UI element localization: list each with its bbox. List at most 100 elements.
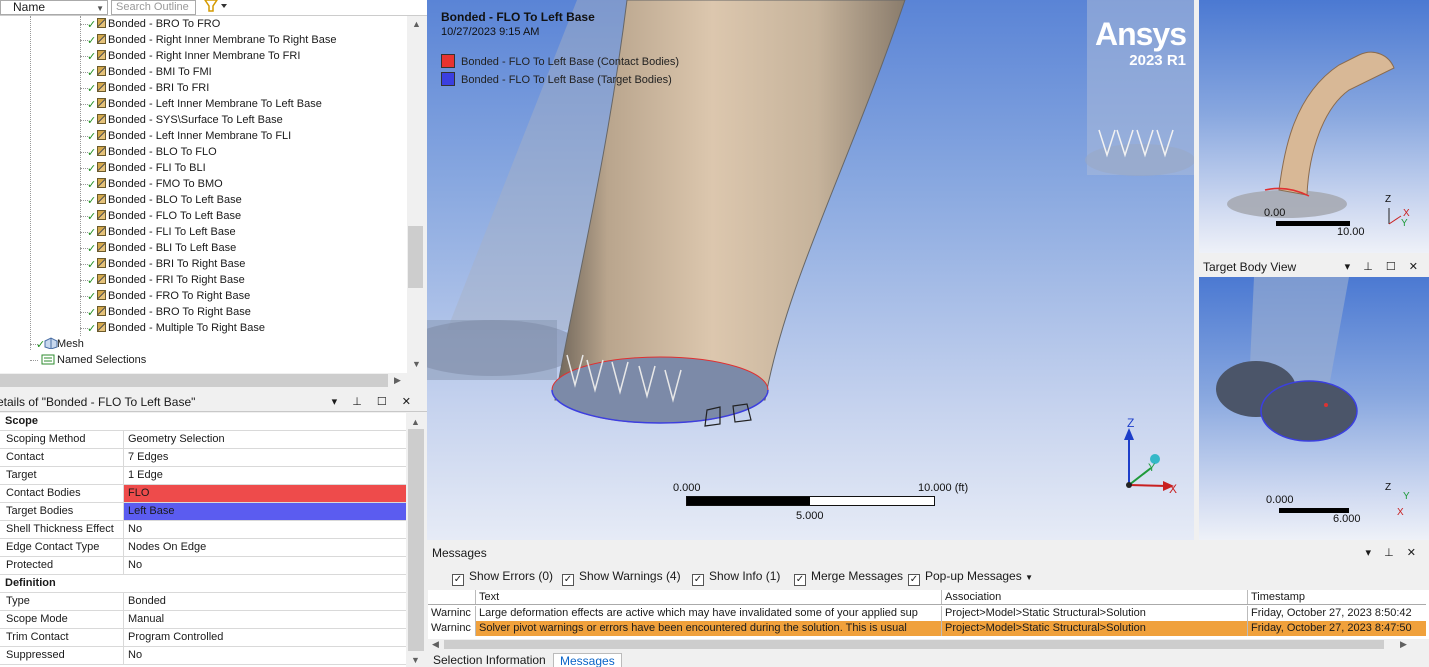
filter-merge-messages[interactable]: ✓ Merge Messages [794,567,903,586]
checkbox-icon: ✓ [794,574,806,586]
tree-item-contact[interactable]: ✓ Bonded - Left Inner Membrane To Left Ba… [87,96,322,112]
details-value[interactable]: 1 Edge [123,467,406,484]
scroll-thumb[interactable] [408,226,423,288]
tree-item-contact[interactable]: ✓ Bonded - SYS\Surface To Left Base [87,112,283,128]
col-timestamp[interactable]: Timestamp [1248,590,1426,604]
details-vertical-scrollbar[interactable]: ▲ ▼ [406,413,427,667]
tree-item-contact[interactable]: ✓ Bonded - FRO To Right Base [87,288,250,304]
target-body-view[interactable]: 0.000 6.000 Z Y X [1199,277,1429,540]
tab-selection-information[interactable]: Selection Information [427,653,552,667]
tree-item-named-selections[interactable]: Named Selections [38,352,146,368]
legend-target-label: Bonded - FLO To Left Base (Target Bodies… [461,74,672,86]
details-section-header[interactable]: Scope [0,413,406,431]
contact-region-icon: ✓ [87,289,106,303]
message-row[interactable]: Warninc Large deformation effects are ac… [428,606,1426,621]
details-row[interactable]: Protected No [0,557,406,575]
name-column-dropdown[interactable]: Name ▼ [0,0,108,15]
scroll-down-icon[interactable]: ▼ [411,655,420,665]
details-key: Suppressed [6,649,65,661]
axis-x-label: X [1169,482,1178,496]
panel-controls[interactable]: ▾ ⊥ ✕ [1366,543,1421,563]
scroll-down-icon[interactable]: ▼ [412,359,421,369]
details-value[interactable]: Program Controlled [123,629,406,646]
tree-item-contact[interactable]: ✓ Bonded - BLO To FLO [87,144,217,160]
details-value[interactable]: Left Base [123,503,406,520]
details-value[interactable]: No [123,557,406,574]
tree-item-contact[interactable]: ✓ Bonded - FLI To BLI [87,160,206,176]
tree-item-contact[interactable]: ✓ Bonded - Left Inner Membrane To FLI [87,128,291,144]
tree-item-contact[interactable]: ✓ Bonded - Right Inner Membrane To FRI [87,48,300,64]
tree-item-contact[interactable]: ✓ Bonded - Right Inner Membrane To Right … [87,32,336,48]
panel-controls[interactable]: ▾ ⊥ ☐ ✕ [332,394,417,411]
details-row[interactable]: Target 1 Edge [0,467,406,485]
message-row-selected[interactable]: Warninc Solver pivot warnings or errors … [428,621,1426,636]
tree-vertical-scrollbar[interactable]: ▲ ▼ [407,16,427,373]
close-icon: ✕ [401,396,417,408]
tree-item-contact[interactable]: ✓ Bonded - BRI To Right Base [87,256,245,272]
details-section-header[interactable]: Definition [0,575,406,593]
outline-tree: ✓ Bonded - BRO To FRO ✓ Bonded - Right Inne… [0,16,407,373]
scroll-up-icon[interactable]: ▲ [411,417,420,427]
details-key: Edge Contact Type [6,541,100,553]
pin-icon: ⊥ [1384,547,1399,559]
details-row[interactable]: Type Bonded [0,593,406,611]
details-row[interactable]: Shell Thickness Effect No [0,521,406,539]
details-value[interactable]: Manual [123,611,406,628]
tree-item-contact[interactable]: ✓ Bonded - BRI To FRI [87,80,209,96]
details-value[interactable]: FLO [123,485,406,502]
tree-item-contact[interactable]: ✓ Bonded - BMI To FMI [87,64,212,80]
scroll-right-icon: ▶ [1400,639,1407,649]
details-value[interactable]: 7 Edges [123,449,406,466]
details-value[interactable]: No [123,647,406,664]
graphics-viewport[interactable]: Bonded - FLO To Left Base 10/27/2023 9:1… [427,0,1194,540]
ansys-logo: Ansys 2023 R1 [1095,16,1187,70]
tree-item-label: Bonded - BRO To FRO [108,18,221,30]
details-row[interactable]: Contact 7 Edges [0,449,406,467]
scroll-thumb[interactable] [408,429,424,651]
tree-horizontal-scrollbar[interactable]: ▶ [0,373,407,388]
tree-item-contact[interactable]: ✓ Bonded - FMO To BMO [87,176,223,192]
details-value[interactable]: No [123,521,406,538]
filter-popup-messages[interactable]: ✓ Pop-up Messages ▼ [908,567,1033,587]
scroll-right-icon[interactable]: ▶ [394,375,401,386]
side-view-top[interactable]: 0.00 10.00 Z X Y [1199,0,1429,253]
tree-item-contact[interactable]: ✓ Bonded - BRO To Right Base [87,304,251,320]
tree-item-contact[interactable]: ✓ Bonded - BLO To Left Base [87,192,242,208]
details-key: Trim Contact [6,631,69,643]
pane-controls[interactable]: ▾ ⊥ ☐ ✕ [1345,258,1423,276]
tree-item-label: Mesh [57,338,84,350]
details-row[interactable]: Suppressed No [0,647,406,665]
tree-item-contact[interactable]: ✓ Bonded - BRO To FRO [87,16,221,32]
tree-item-contact[interactable]: ✓ Bonded - FRI To Right Base [87,272,245,288]
h-scroll-thumb[interactable] [0,374,388,387]
tree-item-contact[interactable]: ✓ Bonded - FLO To Left Base [87,208,241,224]
tree-item-label: Bonded - BMI To FMI [108,66,212,78]
details-row[interactable]: Scoping Method Geometry Selection [0,431,406,449]
details-row[interactable]: Scope Mode Manual [0,611,406,629]
search-outline-input[interactable]: Search Outline [111,0,196,15]
tree-item-label: Named Selections [57,354,147,366]
details-row[interactable]: Edge Contact Type Nodes On Edge [0,539,406,557]
details-row[interactable]: Contact Bodies FLO [0,485,406,503]
tree-item-contact[interactable]: ✓ Bonded - FLI To Left Base [87,224,236,240]
details-value[interactable]: Bonded [123,593,406,610]
tree-item-contact[interactable]: ✓ Bonded - Multiple To Right Base [87,320,265,336]
details-value[interactable]: Geometry Selection [123,431,406,448]
tree-item-contact[interactable]: ✓ Bonded - BLI To Left Base [87,240,236,256]
tab-messages[interactable]: Messages [553,653,622,667]
col-association[interactable]: Association [942,590,1248,604]
col-text[interactable]: Text [476,590,942,604]
viewport-title: Bonded - FLO To Left Base [441,10,595,24]
tree-item-label: Bonded - FLI To Left Base [108,226,236,238]
details-row[interactable]: Target Bodies Left Base [0,503,406,521]
legend-target: Bonded - FLO To Left Base (Target Bodies… [441,72,672,88]
messages-horizontal-scrollbar[interactable]: ◀ ▶ [428,639,1429,650]
details-value[interactable]: Nodes On Edge [123,539,406,556]
details-row[interactable]: Trim Contact Program Controlled [0,629,406,647]
tree-item-mesh[interactable]: ✓ Mesh [36,336,84,352]
scroll-up-icon[interactable]: ▲ [412,19,421,29]
filter-icon[interactable] [203,0,231,14]
filter-show-info[interactable]: ✓ Show Info (1) [692,567,780,586]
filter-show-errors[interactable]: ✓ Show Errors (0) [452,567,553,586]
filter-show-warnings[interactable]: ✓ Show Warnings (4) [562,567,681,586]
